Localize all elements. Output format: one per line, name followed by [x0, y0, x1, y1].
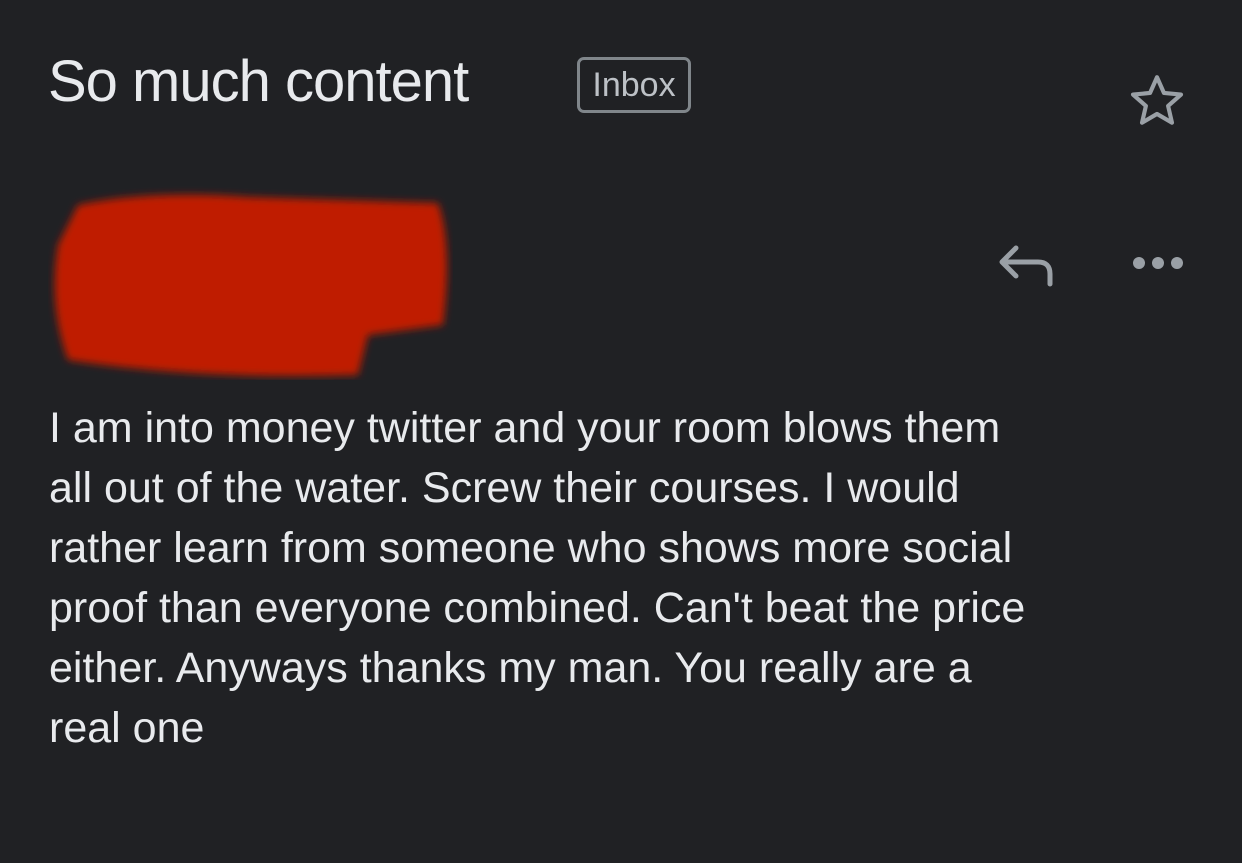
message-line: either. Anyways thanks my man. You reall…: [49, 644, 972, 692]
message-line: real one: [49, 704, 205, 752]
reply-icon[interactable]: [996, 240, 1056, 290]
inbox-label-badge[interactable]: Inbox: [577, 57, 691, 113]
message-body: I am into money twitter and your room bl…: [49, 398, 1025, 758]
message-line: I am into money twitter and your room bl…: [49, 404, 1001, 452]
email-subject: So much content: [48, 49, 469, 114]
star-icon[interactable]: [1126, 70, 1188, 132]
more-options-icon[interactable]: [1130, 252, 1186, 274]
message-line: rather learn from someone who shows more…: [49, 524, 1013, 572]
redacted-sender-avatar-and-name: [54, 194, 448, 376]
message-line: proof than everyone combined. Can't beat…: [49, 584, 1026, 632]
message-line: all out of the water. Screw their course…: [49, 464, 960, 512]
